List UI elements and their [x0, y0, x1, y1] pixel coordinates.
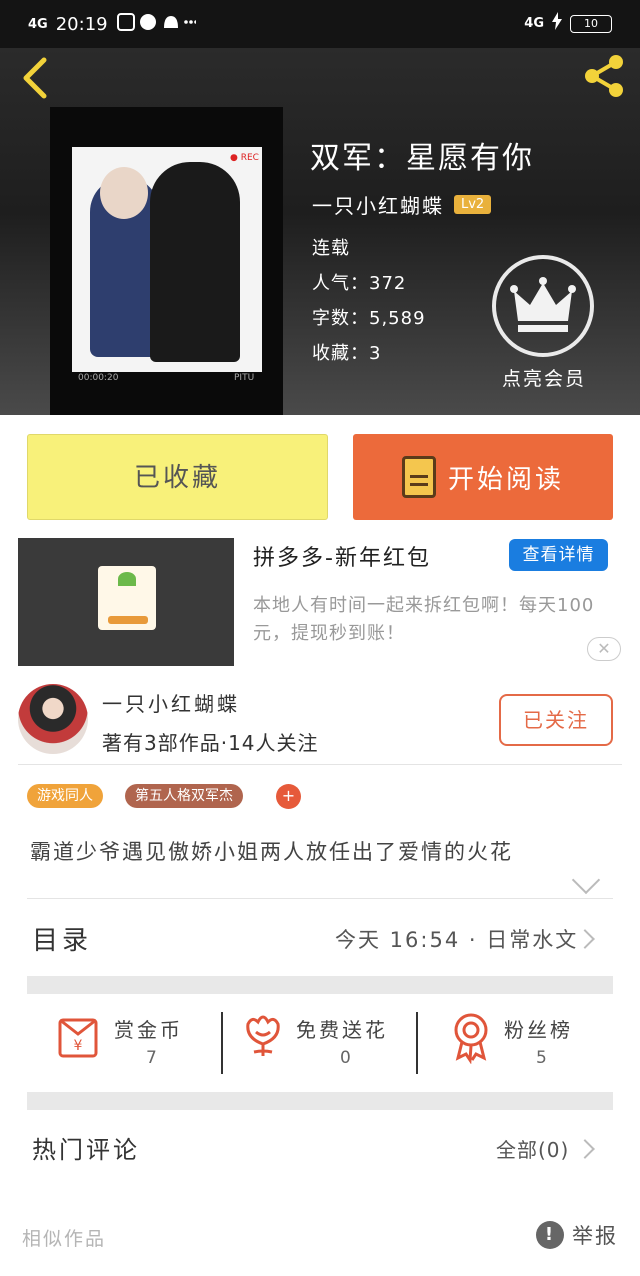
signal-indicator: 4G [28, 16, 48, 32]
flower-icon[interactable] [242, 1010, 284, 1080]
cover-figure-boy [150, 162, 240, 362]
fan-rank-medal-icon[interactable] [450, 1010, 492, 1080]
signal-indicator-right: 4G [524, 15, 544, 31]
book-author-row[interactable]: 一只小红蝴蝶 Lv2 [312, 190, 492, 219]
toc-latest-chapter[interactable]: 今天 16:54 · 日常水文 [335, 924, 578, 954]
svg-text:¥: ¥ [74, 1038, 83, 1054]
section-gap [27, 976, 613, 994]
author-stats: 著有3部作品·14人关注 [102, 731, 319, 755]
clock: 20:19 [55, 14, 108, 35]
ad-image-leaf [118, 572, 136, 586]
author-name[interactable]: 一只小红蝴蝶 [102, 688, 240, 717]
start-reading-label: 开始阅读 [447, 464, 564, 495]
ad-image[interactable] [18, 538, 234, 666]
cover-brand: PITU [234, 373, 255, 383]
book-icon [401, 456, 436, 498]
ad-detail-button[interactable]: 查看详情 [509, 539, 608, 571]
reward-coin-label[interactable]: 赏金币 [114, 1014, 183, 1043]
book-word-count: 字数：5,589 [312, 308, 426, 329]
charging-icon [552, 12, 562, 35]
reward-coin-count: 7 [146, 1048, 157, 1068]
start-reading-button[interactable]: 开始阅读 [353, 434, 613, 520]
cover-timestamp: 00:00:20 [78, 373, 119, 383]
ad-image-button [108, 616, 148, 624]
book-cover[interactable]: ● REC 00:00:20 PITU [50, 107, 283, 415]
free-flower-label[interactable]: 免费送花 [296, 1014, 388, 1043]
tag-game-fanfic[interactable]: 游戏同人 [27, 784, 103, 808]
toc-label[interactable]: 目录 [32, 920, 92, 957]
comments-chevron-icon[interactable] [575, 1139, 595, 1159]
vip-label[interactable]: 点亮会员 [502, 364, 586, 391]
level-badge: Lv2 [454, 195, 492, 214]
hot-comments-label: 热门评论 [32, 1136, 140, 1164]
notification-icons [116, 12, 198, 37]
vip-button[interactable] [492, 255, 594, 357]
cover-rec-label: ● REC [230, 153, 259, 163]
section-gap [27, 1092, 613, 1110]
crown-icon [510, 277, 576, 332]
stat-divider [416, 1012, 418, 1074]
status-bar: 4G 20:19 4G 10 [0, 0, 640, 48]
stat-divider [221, 1012, 223, 1074]
fan-rank-count: 5 [536, 1048, 547, 1068]
report-button[interactable]: ! 举报 [536, 1220, 618, 1250]
book-title: 双军：星愿有你 [310, 141, 534, 176]
tag-identity-v[interactable]: 第五人格双军杰 [125, 784, 243, 808]
author-avatar[interactable] [18, 684, 88, 754]
back-arrow-icon [23, 57, 47, 99]
divider [27, 898, 613, 899]
reward-coin-icon[interactable]: ¥ [54, 1010, 104, 1080]
book-favorites: 收藏：3 [312, 343, 382, 364]
ad-description[interactable]: 本地人有时间一起来拆红包啊！每天100元，提现秒到账！ [253, 592, 621, 648]
free-flower-count: 0 [340, 1048, 351, 1068]
cover-figure-girl-head [100, 167, 148, 219]
report-icon: ! [536, 1221, 564, 1249]
favorited-button[interactable]: 已收藏 [27, 434, 328, 520]
share-icon [585, 55, 623, 97]
divider [18, 764, 622, 765]
book-author[interactable]: 一只小红蝴蝶 [312, 190, 444, 219]
add-tag-button[interactable]: + [276, 784, 301, 809]
share-button[interactable] [580, 52, 628, 100]
all-comments-link[interactable]: 全部(0) [496, 1134, 569, 1163]
ad-title[interactable]: 拼多多-新年红包 [253, 540, 431, 572]
battery-icon: 10 [570, 14, 612, 33]
report-label: 举报 [572, 1224, 618, 1248]
ad-close-button[interactable]: ✕ [587, 637, 621, 661]
follow-button[interactable]: 已关注 [499, 694, 613, 746]
book-status: 连载 [312, 238, 350, 259]
back-button[interactable] [18, 56, 54, 100]
similar-works-label: 相似作品 [22, 1228, 107, 1250]
book-popularity: 人气：372 [312, 273, 407, 294]
expand-chevron-icon[interactable] [571, 865, 601, 895]
fan-rank-label[interactable]: 粉丝榜 [504, 1014, 573, 1043]
synopsis: 霸道少爷遇见傲娇小姐两人放任出了爱情的火花 [30, 840, 513, 864]
